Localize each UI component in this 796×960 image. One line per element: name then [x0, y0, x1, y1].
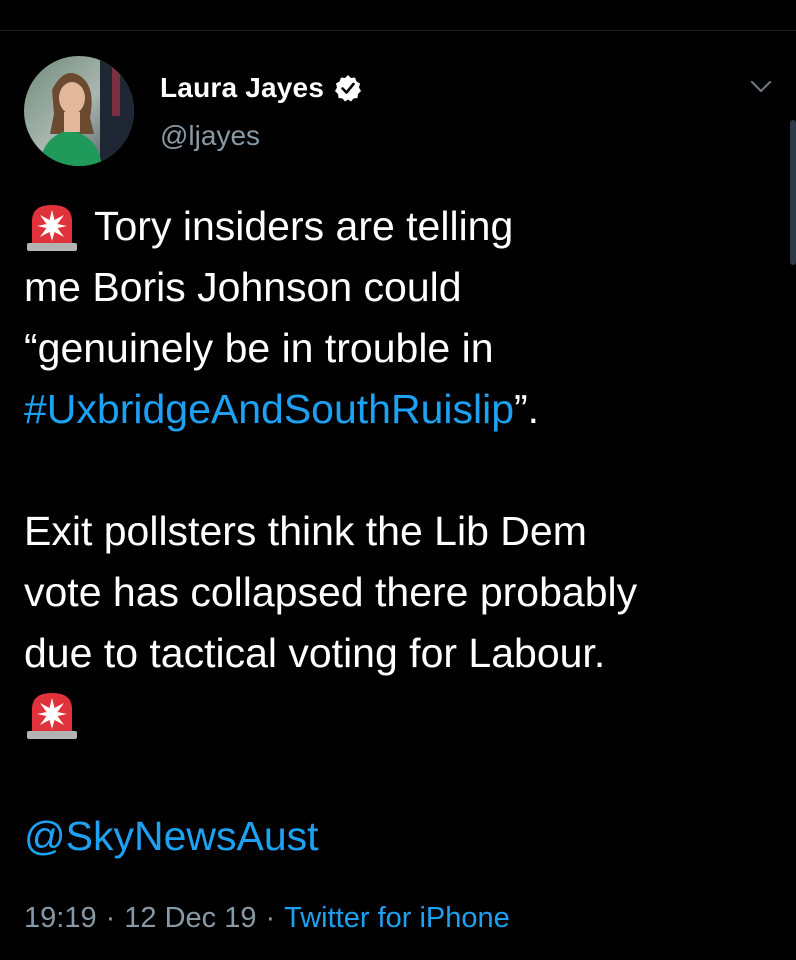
tweet-source-link[interactable]: Twitter for iPhone	[284, 902, 510, 934]
tweet-line-4: #UxbridgeAndSouthRuislip”.	[24, 379, 774, 440]
police-car-light-emoji-icon	[24, 201, 80, 253]
tweet-line-mention: @SkyNewsAust	[24, 806, 774, 867]
tweet-date[interactable]: 12 Dec 19	[124, 902, 256, 934]
avatar[interactable]	[24, 56, 134, 166]
display-name[interactable]: Laura Jayes	[160, 72, 324, 104]
hashtag-tail: ”.	[514, 386, 540, 432]
tweet-line-6: vote has collapsed there probably	[24, 569, 638, 615]
scrollbar[interactable]	[790, 120, 796, 265]
tweet-text: Tory insiders are telling me Boris Johns…	[24, 196, 774, 867]
tweet-line: Tory insiders are telling	[24, 196, 774, 257]
verified-badge-icon	[334, 74, 362, 102]
tweet-line-emoji	[24, 684, 774, 745]
chevron-down-icon[interactable]	[748, 74, 774, 100]
meta-separator: ·	[265, 902, 276, 934]
police-car-light-emoji-icon	[24, 689, 80, 741]
tweet-line-5: Exit pollsters think the Lib Dem	[24, 508, 587, 554]
tweet-line-7: due to tactical voting for Labour.	[24, 630, 606, 676]
top-divider	[0, 30, 796, 31]
tweet-time: 19:19	[24, 902, 97, 934]
user-name-row[interactable]: Laura Jayes	[160, 68, 362, 108]
user-handle[interactable]: @ljayes	[160, 120, 260, 152]
meta-separator: ·	[105, 902, 116, 934]
tweet-meta: 19:19 · 12 Dec 19 · Twitter for iPhone	[24, 902, 510, 935]
mention-link[interactable]: @SkyNewsAust	[24, 806, 319, 867]
tweet-line-2: me Boris Johnson could	[24, 264, 462, 310]
hashtag-link[interactable]: #UxbridgeAndSouthRuislip	[24, 379, 514, 440]
tweet-line-3: “genuinely be in trouble in	[24, 325, 494, 371]
tweet-line-1: Tory insiders are telling	[94, 203, 514, 249]
